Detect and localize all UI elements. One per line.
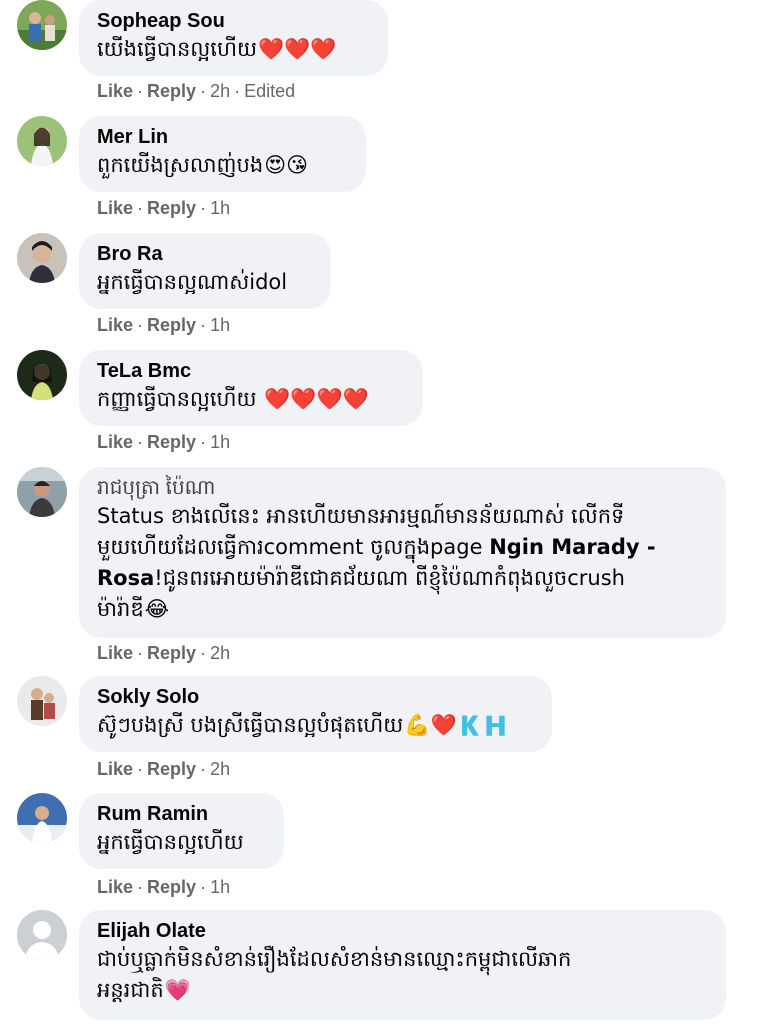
like-button[interactable]: Like	[97, 759, 133, 779]
emoji: 💪❤️🇰🇭	[404, 713, 509, 737]
avatar[interactable]	[17, 0, 67, 50]
comment-text: ពួកយើងស្រលាញ់បង😍😘	[97, 153, 309, 177]
timestamp[interactable]: 1h	[210, 315, 230, 335]
page-mention-link[interactable]: Rosa	[97, 566, 154, 590]
comment-text: អ្នកធ្វើបានល្អណាស់idol	[97, 270, 288, 294]
comment-actions: Like · Reply · 1h	[97, 877, 230, 898]
comment-actions: Like · Reply · 2h	[97, 759, 230, 780]
emoji: 💗	[164, 978, 191, 1002]
comment-text-line: មួយហើយដែលធ្វើការcomment ចូលក្នុងpage Ngi…	[97, 535, 656, 559]
separator: ·	[200, 198, 207, 218]
reply-button[interactable]: Reply	[147, 432, 196, 452]
reply-button[interactable]: Reply	[147, 877, 196, 897]
avatar[interactable]	[17, 350, 67, 400]
commenter-name[interactable]: Elijah Olate	[97, 918, 708, 944]
separator: ·	[200, 81, 207, 101]
comment-bubble: Sokly Solo ស៊ូៗបងស្រី បងស្រីធ្វើបានល្អបំ…	[79, 676, 552, 752]
timestamp[interactable]: 1h	[210, 432, 230, 452]
separator: ·	[200, 759, 207, 779]
commenter-name[interactable]: រាជបុត្រា ប៉ៃណា	[97, 475, 708, 501]
comment-text-line: ជាប់ឬធ្លាក់មិនសំខាន់រឿងដែលសំខាន់មានឈ្មោះ…	[97, 947, 572, 971]
timestamp[interactable]: 2h	[210, 759, 230, 779]
reply-button[interactable]: Reply	[147, 81, 196, 101]
comment-bubble: Rum Ramin អ្នកធ្វើបានល្អហើយ	[79, 793, 284, 869]
comment-text-line: Rosa!ជូនពរអោយម៉ារ៉ាឌីជោគជ័យណា ពីខ្ញុំប៉ៃ…	[97, 566, 625, 590]
like-button[interactable]: Like	[97, 877, 133, 897]
reply-button[interactable]: Reply	[147, 759, 196, 779]
avatar[interactable]	[17, 910, 67, 960]
separator: ·	[137, 315, 144, 335]
separator: ·	[137, 81, 144, 101]
comment-bubble: Elijah Olate ជាប់ឬធ្លាក់មិនសំខាន់រឿងដែលស…	[79, 910, 726, 1020]
commenter-name[interactable]: Bro Ra	[97, 241, 313, 267]
timestamp[interactable]: 2h	[210, 81, 230, 101]
comment-bubble: រាជបុត្រា ប៉ៃណា Status ខាងលើនេះ អានហើយមា…	[79, 467, 726, 638]
like-button[interactable]: Like	[97, 432, 133, 452]
separator: ·	[200, 877, 207, 897]
comment-actions: Like · Reply · 1h	[97, 432, 230, 453]
separator: ·	[200, 315, 207, 335]
timestamp[interactable]: 2h	[210, 643, 230, 663]
like-button[interactable]: Like	[97, 198, 133, 218]
comment-text: អ្នកធ្វើបានល្អហើយ	[97, 830, 244, 854]
comment-text-line: Status ខាងលើនេះ អានហើយមានអារម្មណ៍មានន័យណ…	[97, 504, 625, 528]
comment-text-line: អន្តរជាតិ💗	[97, 978, 191, 1002]
separator: ·	[137, 877, 144, 897]
comment-text-line: ម៉ារ៉ាឌី😂	[97, 597, 170, 621]
like-button[interactable]: Like	[97, 643, 133, 663]
avatar[interactable]	[17, 793, 67, 843]
timestamp[interactable]: 1h	[210, 877, 230, 897]
comment-actions: Like · Reply · 2h · Edited	[97, 81, 295, 102]
reply-button[interactable]: Reply	[147, 315, 196, 335]
comment-actions: Like · Reply · 1h	[97, 315, 230, 336]
avatar[interactable]	[17, 676, 67, 726]
comment-text: កញ្ញាធ្វើបានល្អហើយ ❤️❤️❤️❤️	[97, 387, 369, 411]
comment-bubble: Sopheap Sou យើងធ្វើបានល្អហើយ❤️❤️❤️	[79, 0, 388, 76]
commenter-name[interactable]: Sopheap Sou	[97, 8, 370, 34]
edited-label: Edited	[244, 81, 296, 101]
comment-bubble: TeLa Bmc កញ្ញាធ្វើបានល្អហើយ ❤️❤️❤️❤️	[79, 350, 423, 426]
separator: ·	[137, 432, 144, 452]
commenter-name[interactable]: Mer Lin	[97, 124, 348, 150]
commenter-name[interactable]: Sokly Solo	[97, 684, 534, 710]
avatar[interactable]	[17, 467, 67, 517]
comment-text: យើងធ្វើបានល្អហើយ❤️❤️❤️	[97, 37, 337, 61]
avatar[interactable]	[17, 233, 67, 283]
separator: ·	[137, 643, 144, 663]
heart-emoji: ❤️❤️❤️	[257, 37, 337, 61]
page-mention-link[interactable]: Ngin Marady -	[489, 535, 655, 559]
comment-text: ស៊ូៗបងស្រី បងស្រីធ្វើបានល្អបំផុតហើយ💪❤️🇰🇭	[97, 713, 509, 737]
emoji: 😍😘	[264, 153, 309, 177]
commenter-name[interactable]: TeLa Bmc	[97, 358, 405, 384]
reply-button[interactable]: Reply	[147, 198, 196, 218]
avatar[interactable]	[17, 116, 67, 166]
comment-actions: Like · Reply · 2h	[97, 643, 230, 664]
separator: ·	[137, 759, 144, 779]
separator: ·	[137, 198, 144, 218]
comment-bubble: Mer Lin ពួកយើងស្រលាញ់បង😍😘	[79, 116, 366, 192]
commenter-name[interactable]: Rum Ramin	[97, 801, 266, 827]
timestamp[interactable]: 1h	[210, 198, 230, 218]
separator: ·	[200, 432, 207, 452]
comment-bubble: Bro Ra អ្នកធ្វើបានល្អណាស់idol	[79, 233, 331, 309]
emoji: 😂	[144, 597, 170, 621]
separator: ·	[234, 81, 241, 101]
like-button[interactable]: Like	[97, 81, 133, 101]
reply-button[interactable]: Reply	[147, 643, 196, 663]
like-button[interactable]: Like	[97, 315, 133, 335]
separator: ·	[200, 643, 207, 663]
heart-emoji: ❤️❤️❤️❤️	[264, 387, 369, 411]
comment-actions: Like · Reply · 1h	[97, 198, 230, 219]
